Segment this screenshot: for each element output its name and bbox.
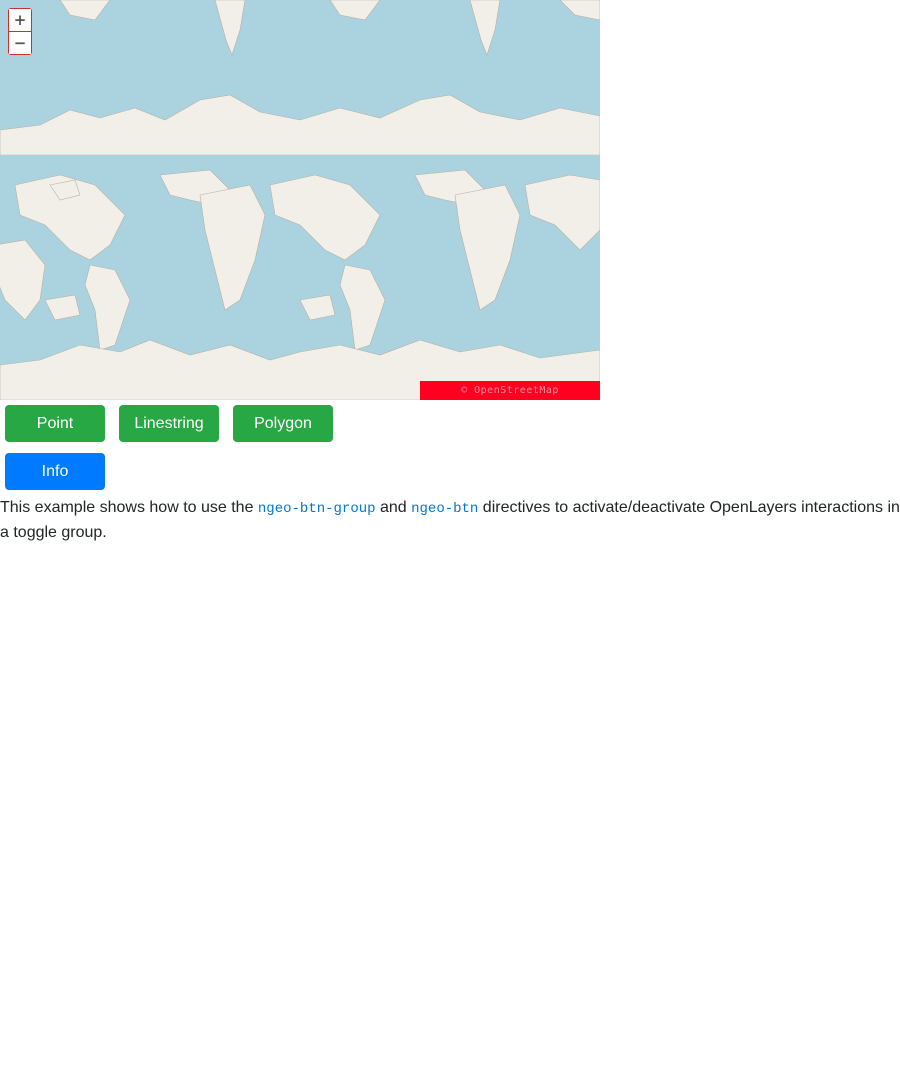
info-button[interactable]: Info <box>5 453 105 490</box>
linestring-button[interactable]: Linestring <box>119 405 219 442</box>
zoom-control: + − <box>8 8 32 55</box>
description-text-2: and <box>375 499 412 516</box>
map-attribution[interactable]: © OpenStreetMap contributors <box>420 381 600 400</box>
map-viewport[interactable]: + − © OpenStreetMap contributors <box>0 0 600 400</box>
zoom-in-button[interactable]: + <box>9 9 31 32</box>
code-ngeo-btn: ngeo-btn <box>411 501 479 517</box>
zoom-out-button[interactable]: − <box>9 32 31 54</box>
description-text-1: This example shows how to use the <box>0 499 258 516</box>
world-map-tiles <box>0 0 600 400</box>
polygon-button[interactable]: Polygon <box>233 405 333 442</box>
point-button[interactable]: Point <box>5 405 105 442</box>
code-ngeo-btn-group: ngeo-btn-group <box>257 501 376 517</box>
example-description: This example shows how to use the ngeo-b… <box>0 496 900 545</box>
